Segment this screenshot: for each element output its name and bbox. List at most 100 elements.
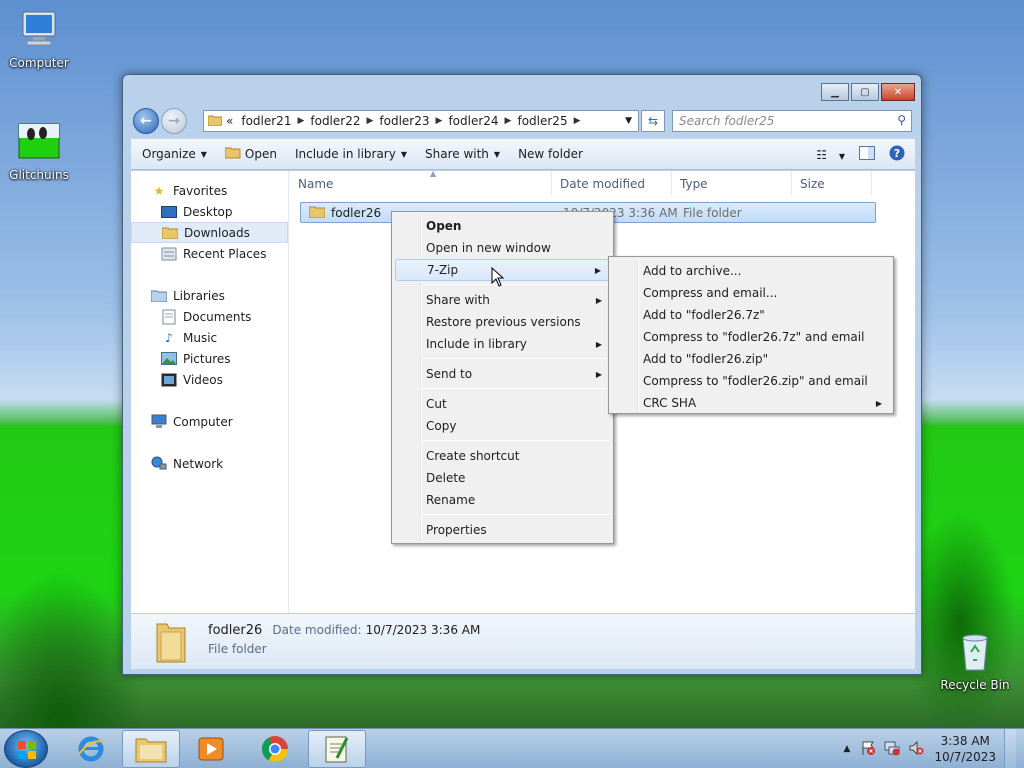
nav-network[interactable]: Network (131, 453, 289, 474)
breadcrumb-separator-icon[interactable]: ▶ (297, 116, 304, 126)
menu-item-open[interactable]: Open (395, 215, 610, 237)
recycle-bin-icon (953, 630, 997, 674)
submenu-item-add-to-7z[interactable]: Add to "fodler26.7z" (612, 304, 890, 326)
nav-label: Desktop (183, 204, 233, 219)
submenu-item-compress-zip-email[interactable]: Compress to "fodler26.zip" and email (612, 370, 890, 392)
organize-button[interactable]: Organize ▼ (133, 147, 216, 161)
recent-places-icon (161, 246, 177, 262)
volume-muted-icon[interactable] (908, 740, 924, 759)
menu-label: 7-Zip (427, 263, 459, 277)
menu-item-open-new-window[interactable]: Open in new window (395, 237, 610, 259)
breadcrumb-item[interactable]: fodler21 (241, 114, 291, 128)
submenu-item-compress-7z-email[interactable]: Compress to "fodler26.7z" and email (612, 326, 890, 348)
nav-documents[interactable]: Documents (131, 306, 289, 327)
column-name[interactable]: Name (290, 171, 552, 195)
submenu-item-crc-sha[interactable]: CRC SHA ▶ (612, 392, 890, 414)
submenu-item-add-to-archive[interactable]: Add to archive... (612, 260, 890, 282)
breadcrumb-separator-icon[interactable]: ▶ (574, 116, 581, 126)
open-button[interactable]: Open (216, 146, 286, 162)
breadcrumb-item[interactable]: fodler25 (517, 114, 567, 128)
breadcrumb-separator-icon[interactable]: ▶ (366, 116, 373, 126)
taskbar-media-player[interactable] (182, 730, 240, 768)
back-button[interactable]: ← (133, 108, 159, 134)
menu-item-send-to[interactable]: Send to ▶ (395, 363, 610, 385)
breadcrumb-item[interactable]: fodler24 (448, 114, 498, 128)
taskbar-notepad-plus[interactable] (308, 730, 366, 768)
breadcrumb-separator-icon[interactable]: ▶ (436, 116, 443, 126)
forward-button[interactable]: → (161, 108, 187, 134)
new-folder-button[interactable]: New folder (509, 147, 592, 161)
maximize-button[interactable]: ▢ (851, 83, 879, 101)
menu-item-copy[interactable]: Copy (395, 415, 610, 437)
nav-music[interactable]: ♪ Music (131, 327, 289, 348)
menu-item-rename[interactable]: Rename (395, 489, 610, 511)
breadcrumb-overflow[interactable]: « (226, 114, 233, 128)
nav-computer[interactable]: Computer (131, 411, 289, 432)
menu-item-properties[interactable]: Properties (395, 519, 610, 541)
network-icon (151, 456, 167, 472)
nav-pictures[interactable]: Pictures (131, 348, 289, 369)
nav-label: Music (183, 330, 218, 345)
taskbar-internet-explorer[interactable] (62, 730, 120, 768)
taskbar: ▲ 3:38 AM 10/7/2023 (0, 728, 1024, 768)
column-size[interactable]: Size (792, 171, 872, 195)
nav-label: Downloads (184, 225, 250, 240)
menu-label: Open (426, 219, 462, 233)
menu-item-cut[interactable]: Cut (395, 393, 610, 415)
submenu-item-add-to-zip[interactable]: Add to "fodler26.zip" (612, 348, 890, 370)
nav-libraries[interactable]: Libraries (131, 285, 289, 306)
menu-item-create-shortcut[interactable]: Create shortcut (395, 445, 610, 467)
menu-item-include-in-library[interactable]: Include in library ▶ (395, 333, 610, 355)
menu-item-restore-previous-versions[interactable]: Restore previous versions (395, 311, 610, 333)
network-status-icon[interactable] (884, 740, 900, 759)
search-icon[interactable]: ⚲ (897, 113, 906, 127)
menu-item-share-with[interactable]: Share with ▶ (395, 289, 610, 311)
menu-label: Add to archive... (643, 264, 742, 278)
preview-pane-button[interactable] (859, 146, 875, 163)
minimize-button[interactable]: ▁ (821, 83, 849, 101)
submenu-item-compress-and-email[interactable]: Compress and email... (612, 282, 890, 304)
internet-explorer-icon (78, 736, 105, 762)
close-button[interactable]: ✕ (881, 83, 915, 101)
search-input[interactable]: Search fodler25 ⚲ (672, 110, 912, 132)
context-menu: Open Open in new window 7-Zip ▶ Share wit… (391, 211, 614, 544)
menu-label: Send to (426, 367, 473, 381)
nav-recent-places[interactable]: Recent Places (131, 243, 289, 264)
desktop-icon-glitchuins[interactable]: Glitchuins (0, 120, 78, 182)
column-date-modified[interactable]: Date modified (552, 171, 672, 195)
show-desktop-button[interactable] (1004, 729, 1016, 768)
nav-label: Favorites (173, 183, 228, 198)
submenu-arrow-icon: ▶ (875, 398, 882, 408)
nav-downloads[interactable]: Downloads (131, 222, 288, 243)
menu-label: Open in new window (426, 241, 551, 255)
nav-favorites[interactable]: ★ Favorites (131, 180, 289, 201)
change-view-button[interactable]: ☷ ▼ (816, 148, 845, 162)
taskbar-windows-explorer[interactable] (122, 730, 180, 768)
show-hidden-icons-button[interactable]: ▲ (844, 744, 851, 754)
media-player-icon (198, 737, 224, 761)
nav-videos[interactable]: Videos (131, 369, 289, 390)
breadcrumb-item[interactable]: fodler23 (379, 114, 429, 128)
action-center-flag-icon[interactable] (860, 740, 876, 759)
breadcrumb-separator-icon[interactable]: ▶ (505, 116, 512, 126)
column-label: Size (800, 177, 825, 191)
forward-arrow-icon: → (168, 113, 180, 129)
address-row: ← → « fodler21 ▶ fodler22 ▶ fodler23 ▶ f… (131, 106, 915, 136)
column-type[interactable]: Type (672, 171, 792, 195)
refresh-button[interactable]: ⇆ (641, 110, 665, 132)
include-in-library-button[interactable]: Include in library ▼ (286, 147, 416, 161)
clock[interactable]: 3:38 AM 10/7/2023 (934, 733, 996, 765)
address-bar[interactable]: « fodler21 ▶ fodler22 ▶ fodler23 ▶ fodle… (203, 110, 639, 132)
address-dropdown-icon[interactable]: ▼ (625, 116, 632, 126)
window-titlebar[interactable]: ▁ ▢ ✕ (123, 75, 921, 105)
help-button[interactable]: ? (889, 145, 905, 164)
nav-desktop[interactable]: Desktop (131, 201, 289, 222)
taskbar-chrome[interactable] (246, 730, 304, 768)
share-with-button[interactable]: Share with ▼ (416, 147, 509, 161)
desktop-icon-computer[interactable]: Computer (0, 8, 78, 70)
view-list-icon: ☷ (816, 147, 828, 162)
breadcrumb-item[interactable]: fodler22 (310, 114, 360, 128)
menu-item-delete[interactable]: Delete (395, 467, 610, 489)
start-button[interactable] (4, 730, 48, 768)
desktop-icon-recycle-bin[interactable]: Recycle Bin (936, 630, 1014, 692)
